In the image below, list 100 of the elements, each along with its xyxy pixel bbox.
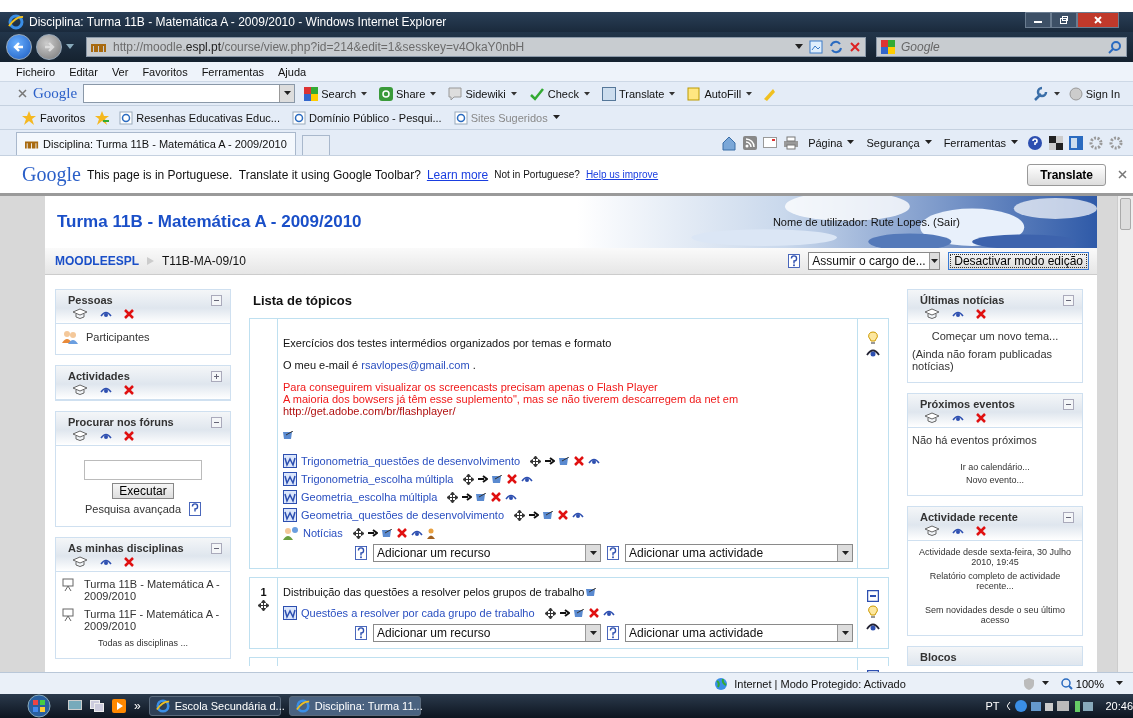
delete-icon[interactable] xyxy=(588,608,599,618)
course-link[interactable]: Turma 11F - Matemática A - 2009/2010 xyxy=(84,608,224,632)
toggle-icon[interactable] xyxy=(1063,511,1074,523)
flash-url[interactable]: http://get.adobe.com/br/flashplayer/ xyxy=(283,405,456,417)
edit-mode-button[interactable]: Desactivar modo edição xyxy=(948,252,1089,270)
delete-icon[interactable] xyxy=(507,474,518,484)
edit-icon[interactable] xyxy=(586,587,598,597)
resource-link[interactable]: Trigonometria_escolha múltipla xyxy=(301,473,454,485)
add-activity-select[interactable]: Adicionar uma actividade xyxy=(625,544,853,562)
delete-icon[interactable] xyxy=(491,492,502,502)
scrollbar-thumb[interactable] xyxy=(1120,198,1131,230)
arrow-icon[interactable] xyxy=(462,493,473,501)
delete-icon[interactable] xyxy=(124,431,134,441)
search-icon[interactable] xyxy=(1108,40,1122,54)
command-menu[interactable]: Segurança xyxy=(863,136,935,149)
event-link[interactable]: Novo evento... xyxy=(965,475,1024,485)
menu-item[interactable]: Editar xyxy=(69,65,98,78)
edit-icon[interactable] xyxy=(559,456,571,466)
graduation-cap-icon[interactable] xyxy=(72,384,88,396)
add-resource-select[interactable]: Adicionar um recurso xyxy=(373,624,601,642)
eye-icon[interactable] xyxy=(100,310,112,318)
toolbar-button[interactable]: Sidewiki xyxy=(445,86,520,101)
resource-link[interactable]: Trigonometria_questões de desenvolvimento xyxy=(301,455,521,467)
eye-icon[interactable] xyxy=(866,622,880,632)
toggle-icon[interactable] xyxy=(1063,294,1074,306)
dropdown-arrow-icon[interactable] xyxy=(795,44,803,50)
search-field[interactable]: Google xyxy=(899,39,1104,55)
minimize-button[interactable] xyxy=(1025,12,1051,28)
eye-icon[interactable] xyxy=(952,527,964,535)
edit-icon[interactable] xyxy=(283,431,294,440)
arrow-icon[interactable] xyxy=(545,457,556,465)
help-improve-link[interactable]: Help us improve xyxy=(585,169,659,180)
restore-button[interactable] xyxy=(1051,12,1077,28)
edit-icon[interactable] xyxy=(543,510,554,520)
help-icon[interactable] xyxy=(355,626,367,640)
graduation-cap-icon[interactable] xyxy=(924,308,940,320)
compatibility-icon[interactable] xyxy=(809,40,823,54)
translate-button[interactable]: Translate xyxy=(1027,163,1106,186)
add-activity-select[interactable]: Adicionar uma actividade xyxy=(625,624,853,642)
feed-icon[interactable] xyxy=(743,135,758,150)
favorites-button[interactable]: Favoritos xyxy=(18,109,89,126)
panel-icon[interactable] xyxy=(1069,135,1083,150)
participants-link[interactable]: Participantes xyxy=(86,331,150,343)
delete-icon[interactable] xyxy=(396,528,407,538)
eye-icon[interactable] xyxy=(521,475,534,483)
eye-icon[interactable] xyxy=(572,511,584,519)
breadcrumb-link[interactable]: MOODLEESPL xyxy=(55,254,139,268)
close-icon[interactable] xyxy=(18,89,27,98)
delete-icon[interactable] xyxy=(574,456,585,466)
close-button[interactable] xyxy=(1077,12,1119,28)
favorite-link[interactable]: Domínio Público - Pesqui... xyxy=(288,110,445,125)
help-icon[interactable] xyxy=(788,254,801,268)
scrollbar[interactable] xyxy=(1117,196,1133,672)
delete-icon[interactable] xyxy=(976,413,986,423)
toolbar-button[interactable]: Check xyxy=(525,86,593,101)
advanced-search-link[interactable]: Pesquisa avançada xyxy=(85,503,181,515)
zoom-button[interactable]: 100% xyxy=(1054,676,1110,691)
back-button[interactable] xyxy=(6,34,32,60)
delete-icon[interactable] xyxy=(558,510,568,520)
forward-button[interactable] xyxy=(36,34,62,60)
stop-icon[interactable] xyxy=(849,41,861,53)
printer-icon[interactable] xyxy=(783,135,800,150)
toolbar-button[interactable]: Share xyxy=(376,86,440,101)
delete-icon[interactable] xyxy=(124,557,134,567)
toolbar-button[interactable]: Search xyxy=(301,86,371,101)
resource-link[interactable]: Geometria_questões de desenvolvimento xyxy=(301,509,504,521)
menu-item[interactable]: Ficheiro xyxy=(16,65,56,78)
help-icon[interactable] xyxy=(189,502,201,516)
eye-icon[interactable] xyxy=(952,414,964,422)
graduation-cap-icon[interactable] xyxy=(924,525,940,537)
activity-report-link[interactable]: Relatório completo de actividade recente... xyxy=(912,571,1078,591)
eye-icon[interactable] xyxy=(602,609,615,617)
caret-icon[interactable] xyxy=(1053,91,1060,96)
move-icon[interactable] xyxy=(447,491,459,503)
delete-icon[interactable] xyxy=(976,309,986,319)
eye-icon[interactable] xyxy=(100,558,112,566)
resource-link[interactable]: Notícias xyxy=(303,527,343,539)
arrow-icon[interactable] xyxy=(367,529,378,537)
eye-icon[interactable] xyxy=(952,310,964,318)
menu-item[interactable]: Ajuda xyxy=(278,65,307,78)
all-courses-link[interactable]: Todas as disciplinas ... xyxy=(97,638,188,648)
person-icon[interactable] xyxy=(426,527,435,539)
event-link[interactable]: Ir ao calendário... xyxy=(960,462,1030,472)
graduation-cap-icon[interactable] xyxy=(72,556,88,568)
help-icon[interactable] xyxy=(355,546,367,560)
resource-link[interactable]: Geometria_escolha múltipla xyxy=(301,491,438,503)
help-icon[interactable] xyxy=(607,546,619,560)
toggle-icon[interactable] xyxy=(211,370,222,382)
collapse-icon[interactable] xyxy=(867,590,879,602)
eye-icon[interactable] xyxy=(410,529,423,537)
toggle-icon[interactable] xyxy=(211,542,222,554)
move-icon[interactable] xyxy=(352,527,364,539)
add-resource-select[interactable]: Adicionar um recurso xyxy=(373,544,601,562)
move-icon[interactable] xyxy=(258,600,269,611)
execute-button[interactable]: Executar xyxy=(112,483,174,499)
arrow-icon[interactable] xyxy=(478,475,489,483)
language-indicator[interactable]: PT xyxy=(985,700,1000,712)
graduation-cap-icon[interactable] xyxy=(72,308,88,320)
role-select[interactable]: Assumir o cargo de... xyxy=(808,252,941,270)
course-link[interactable]: Turma 11B - Matemática A - 2009/2010 xyxy=(84,578,224,602)
